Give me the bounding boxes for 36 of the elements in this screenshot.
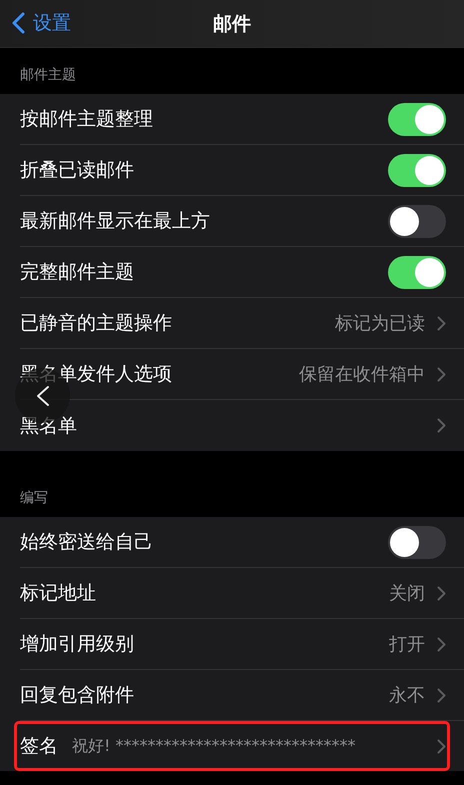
chevron-icon: [437, 688, 446, 702]
setting-label: 完整邮件主题: [20, 260, 134, 285]
chevron-icon: [437, 586, 446, 600]
section-header: 编写: [19, 489, 49, 508]
setting-label: 折叠已读邮件: [20, 158, 134, 183]
chevron-icon: [437, 636, 446, 652]
toggle-switch[interactable]: [388, 154, 446, 186]
setting-label: 最新邮件显示在最上方: [20, 209, 210, 234]
setting-label: 已静音的主题操作: [20, 311, 172, 336]
chevron-left-icon: [36, 384, 50, 406]
chevron-left-icon: [12, 12, 25, 34]
page-title: 邮件: [213, 12, 251, 36]
setting-value: 标记为已读: [335, 312, 425, 335]
section-header: 邮件主题: [19, 66, 77, 85]
back-button[interactable]: 设置: [8, 6, 75, 40]
setting-value: 打开: [389, 633, 425, 656]
setting-label: 签名: [20, 734, 58, 759]
setting-value: 关闭: [389, 582, 425, 605]
signature-text: 祝好! ******************************: [72, 736, 356, 756]
toggle-switch[interactable]: [388, 256, 446, 288]
toggle-switch[interactable]: [388, 102, 446, 136]
chevron-icon: [437, 316, 446, 330]
chevron-icon: [437, 738, 446, 754]
setting-label: 黑名单发件人选项: [20, 362, 172, 387]
setting-label: 按邮件主题整理: [20, 107, 153, 132]
setting-label: 黑名单: [20, 414, 77, 438]
toggle-switch[interactable]: [388, 526, 446, 558]
chevron-icon: [437, 366, 446, 382]
setting-value: 永不: [389, 684, 425, 707]
setting-label: 回复包含附件: [20, 683, 134, 708]
setting-label: 始终密送给自己: [20, 530, 153, 555]
setting-label: 标记地址: [20, 581, 96, 606]
setting-label: 增加引用级别: [20, 632, 134, 657]
setting-value: 保留在收件箱中: [299, 363, 425, 386]
chevron-icon: [437, 418, 446, 433]
toggle-switch[interactable]: [388, 204, 446, 238]
